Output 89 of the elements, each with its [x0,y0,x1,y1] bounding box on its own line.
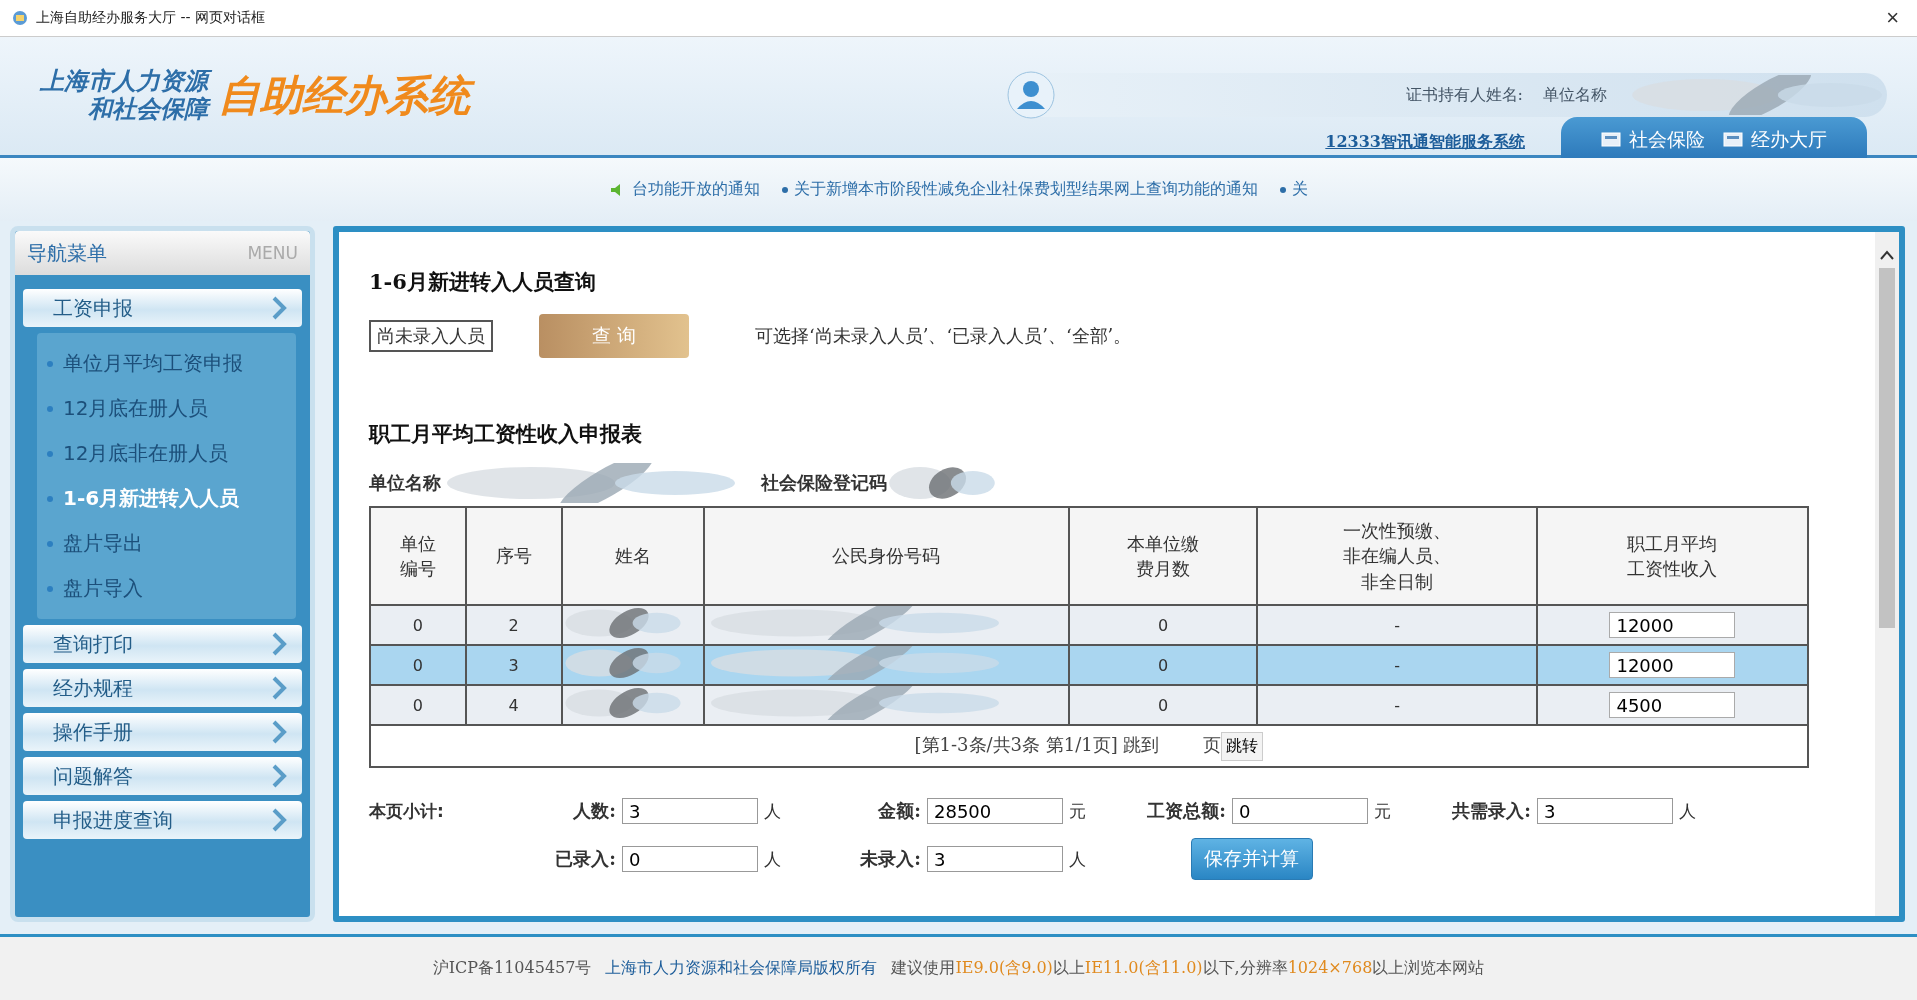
notice-link[interactable]: 台功能开放的通知 [609,179,760,200]
unit-label: 人 [1069,847,1087,871]
registration-label: 社会保险登记码 [761,471,887,495]
menu-group[interactable]: 经办规程 [23,669,302,707]
chevron-up-icon[interactable] [1880,250,1894,260]
bullet-icon [47,585,53,592]
bullet-icon [47,495,53,502]
unit-name-label: 单位名称 [369,471,441,495]
unit-name-label: 单位名称 [1543,84,1607,106]
input-field[interactable]: 28500 [927,798,1063,824]
menu-group[interactable]: 问题解答 [23,757,302,795]
submenu-item[interactable]: 12月底在册人员 [37,386,296,431]
notice-link[interactable]: 关于新增本市阶段性减免企业社保费划型结果网上查询功能的通知 [781,179,1258,200]
table-row[interactable]: 0 2 0 - 12000 [370,605,1808,645]
nav-tab[interactable]: 经办大厅 [1723,127,1827,153]
sidebar-subtitle: MENU [247,243,298,263]
input-field[interactable]: 3 [927,846,1063,872]
close-button[interactable]: × [1880,5,1905,31]
chevron-right-icon [270,295,288,321]
input-field[interactable]: 0 [1232,798,1368,824]
bullet-icon [47,450,53,457]
scrollbar[interactable] [1875,232,1899,916]
jump-button[interactable]: 跳转 [1221,731,1264,761]
menu-group[interactable]: 工资申报 [23,289,302,327]
menu-group[interactable]: 操作手册 [23,713,302,751]
field-label: 人数: [573,799,616,823]
column-header: 公民身份号码 [831,544,942,569]
form-title: 职工月平均工资性收入申报表 [369,420,643,448]
column-header: 姓名 [614,544,653,569]
table-row[interactable]: 0 4 0 - 4500 [370,685,1808,725]
submenu-item[interactable]: 盘片导入 [37,566,296,611]
chevron-right-icon [270,807,288,833]
menu-group[interactable]: 查询打印 [23,625,302,663]
pagination-text: [第1-3条/共3条 第1/1页] 跳到 [914,733,1160,755]
nav-tab[interactable]: 社会保险 [1601,127,1705,153]
page-suffix: 页 [1203,733,1222,755]
input-field[interactable]: 3 [1537,798,1673,824]
holder-name-label: 证书持有人姓名: [1405,84,1523,106]
submenu-item[interactable]: 12月底非在册人员 [37,431,296,476]
bullet-icon [47,360,53,367]
input-field[interactable]: 3 [622,798,758,824]
notice-link[interactable]: 关 [1279,179,1308,200]
submenu-item[interactable]: 盘片导出 [37,521,296,566]
icp-text: 沪ICP备11045457号 [432,958,592,979]
bullet-icon [47,540,53,547]
table-row[interactable]: 0 3 0 - 12000 [370,645,1808,685]
income-input[interactable]: 12000 [1609,612,1736,638]
window-title: 上海自助经办服务大厅 -- 网页对话框 [36,9,266,27]
service-link[interactable]: 12333智讯通智能服务系统 [1325,132,1525,153]
sidebar-title: 导航菜单 [27,239,107,267]
monitor-icon [1601,131,1621,149]
hint-text: 可选择‘尚未录入人员’、‘已录入人员’、‘全部’。 [755,324,1132,348]
field-label: 已录入: [555,847,616,871]
unit-label: 元 [1374,799,1392,823]
copyright-link[interactable]: 上海市人力资源和社会保障局版权所有 [605,958,878,979]
column-header: 序号 [494,544,533,569]
column-header: 本单位缴费月数 [1126,531,1200,581]
subtotal-label: 本页小计: [369,799,445,823]
unit-label: 人 [764,847,782,871]
column-header: 职工月平均工资性收入 [1626,531,1719,581]
browser-notice: 建议使用IE9.0(含9.0)以上IE11.0(含11.0)以下,分辨率1024×768以上浏览本网站 [891,958,1485,979]
menu-group[interactable]: 申报进度查询 [23,801,302,839]
section-title: 1-6月新进转入人员查询 [369,268,597,296]
income-input[interactable]: 12000 [1609,652,1736,678]
field-label: 工资总额: [1147,799,1226,823]
save-calculate-button[interactable]: 保存并计算 [1190,838,1313,880]
app-icon [12,10,28,26]
column-header: 一次性预缴、非在编人员、非全日制 [1342,519,1453,594]
input-field[interactable]: 0 [622,846,758,872]
bullet-icon [781,186,788,193]
system-title: 自助经办系统 [218,68,480,124]
chevron-right-icon [270,631,288,657]
column-header: 单位编号 [398,531,437,581]
field-label: 金额: [878,799,921,823]
unit-label: 元 [1069,799,1087,823]
monitor-icon [1723,131,1743,149]
user-icon [1007,71,1055,119]
bullet-icon [47,405,53,412]
chevron-right-icon [270,719,288,745]
income-input[interactable]: 4500 [1609,692,1736,718]
field-label: 共需录入: [1452,799,1531,823]
submenu-item[interactable]: 单位月平均工资申报 [37,341,296,386]
unit-label: 人 [764,799,782,823]
chevron-right-icon [270,675,288,701]
field-label: 未录入: [860,847,921,871]
filter-dropdown[interactable]: 尚未录入人员 [369,320,493,352]
unit-label: 人 [1679,799,1697,823]
chevron-right-icon [270,763,288,789]
bullet-icon [1279,186,1286,193]
